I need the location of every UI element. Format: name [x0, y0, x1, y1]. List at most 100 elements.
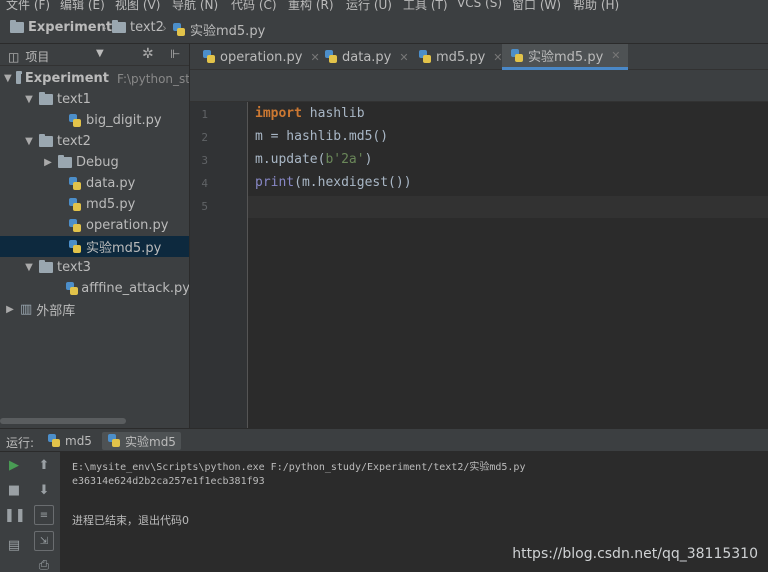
soft-wrap-icon[interactable]: ≡ [34, 505, 54, 525]
menu-item[interactable]: 帮助 (H) [573, 0, 619, 12]
chevron-down-icon[interactable]: ▼ [23, 136, 35, 147]
python-file-icon [324, 50, 338, 64]
arrow-down-icon[interactable]: ⬇ [34, 481, 54, 501]
tree-item-label: afffine_attack.py [81, 281, 190, 296]
folder-icon [10, 20, 24, 33]
tree-item-path: F:\python_st [117, 71, 190, 86]
tree-item-label: text2 [57, 134, 91, 149]
tree-item[interactable]: ▼ text3 [0, 257, 190, 278]
run-tab[interactable]: md5 [42, 432, 97, 450]
menu-item[interactable]: 窗口 (W) [512, 0, 561, 12]
tree-item[interactable]: ▼ Experiment F:\python_st [0, 68, 190, 89]
gear-icon[interactable]: ✲ [142, 46, 154, 62]
python-file-icon [68, 197, 82, 212]
breadcrumb-separator: › [102, 21, 107, 35]
code-token: hashlib [301, 106, 365, 121]
breadcrumb-folder[interactable]: text2 [112, 20, 164, 35]
run-toolbar: ▶ ⬆ ■ ⬇ ❚❚ ≡ ▤ ⇲ ⎙ [0, 452, 60, 572]
project-tree: ▼ Experiment F:\python_st ▼ text1 big_digit.p… [0, 66, 190, 426]
editor-tab[interactable]: md5.py ✕ [410, 44, 510, 70]
python-file-icon [65, 281, 79, 296]
menu-item[interactable]: 工具 (T) [403, 0, 448, 12]
stop-icon[interactable]: ■ [4, 481, 24, 501]
menu-item[interactable]: 重构 (R) [288, 0, 334, 12]
editor-tab-label: data.py [342, 49, 392, 65]
python-file-icon [107, 434, 121, 448]
folder-icon [15, 71, 22, 84]
folder-icon [39, 134, 53, 147]
python-file-icon [68, 239, 82, 254]
console-line: 进程已结束，退出代码0 [72, 514, 189, 527]
console-output[interactable]: E:\mysite_env\Scripts\python.exe F:/pyth… [60, 452, 768, 572]
menu-item[interactable]: 视图 (V) [115, 0, 160, 12]
tree-item[interactable]: data.py [0, 173, 190, 194]
python-file-icon [202, 50, 216, 64]
run-tab[interactable]: 实验md5 [102, 432, 181, 450]
horizontal-scrollbar[interactable] [0, 418, 126, 424]
run-panel-header: 运行: md5 实验md5 [0, 428, 768, 452]
console-line: E:\mysite_env\Scripts\python.exe F:/pyth… [72, 462, 526, 473]
menu-item[interactable]: 文件 (F) [6, 0, 50, 12]
tree-item[interactable]: md5.py [0, 194, 190, 215]
menu-item[interactable]: 导航 (N) [172, 0, 218, 12]
chevron-down-icon[interactable]: ▼ [96, 48, 104, 59]
tree-item-label: text1 [57, 92, 91, 107]
line-number: 4 [201, 177, 208, 190]
close-icon[interactable]: ✕ [611, 49, 620, 62]
folder-icon [112, 20, 126, 33]
python-file-icon [172, 22, 186, 37]
editor-tab[interactable]: 实验md5.py ✕ [502, 44, 629, 70]
editor-tab-label: md5.py [436, 49, 486, 65]
hide-panel-icon[interactable]: ⊩ [170, 47, 180, 61]
arrow-up-icon[interactable]: ⬆ [34, 456, 54, 476]
navigation-bar: Experiment › text2 › 实验md5.py [0, 12, 768, 44]
code-editor[interactable]: 1 2 3 4 5 import hashlib m = hashlib.md5() m.u… [190, 102, 768, 428]
rerun-icon[interactable]: ▶ [4, 456, 24, 476]
tree-item-label: big_digit.py [86, 113, 162, 128]
chevron-down-icon[interactable]: ▼ [23, 262, 35, 273]
tree-item[interactable]: big_digit.py [0, 110, 190, 131]
tree-item[interactable]: 实验md5.py [0, 236, 190, 257]
editor-tab[interactable]: operation.py ✕ [194, 44, 328, 70]
code-token: ) [364, 152, 373, 167]
breadcrumb-project[interactable]: Experiment [10, 20, 112, 35]
tree-item-label: text3 [57, 260, 91, 275]
code-token: print [255, 175, 295, 190]
scroll-to-end-icon[interactable]: ⇲ [34, 531, 54, 551]
tree-item[interactable]: ▼ text1 [0, 89, 190, 110]
chevron-right-icon[interactable]: ▶ [4, 304, 16, 315]
python-file-icon [68, 218, 82, 233]
layout-icon[interactable]: ▤ [4, 536, 24, 556]
menu-item[interactable]: 运行 (U) [346, 0, 392, 12]
menu-bar: 文件 (F) 编辑 (E) 视图 (V) 导航 (N) 代码 (C) 重构 (R) 运行 (… [0, 0, 768, 12]
breadcrumb-file[interactable]: 实验md5.py [172, 20, 265, 39]
menu-item[interactable]: 编辑 (E) [60, 0, 105, 12]
tree-item[interactable]: ▶ ▥ 外部库 [0, 299, 190, 320]
tree-item[interactable]: afffine_attack.py [0, 278, 190, 299]
project-view-selector[interactable]: ◫ 项目 [8, 48, 49, 65]
chevron-down-icon[interactable]: ▼ [4, 73, 12, 84]
menu-item[interactable]: VCS (S) [457, 0, 502, 10]
tree-item[interactable]: ▼ text2 [0, 131, 190, 152]
menu-item[interactable]: 代码 (C) [231, 0, 277, 12]
close-icon[interactable]: ✕ [399, 51, 408, 64]
chevron-down-icon[interactable]: ▼ [23, 94, 35, 105]
tree-item-label: data.py [86, 176, 136, 191]
tree-item[interactable]: ▶ Debug [0, 152, 190, 173]
python-file-icon [47, 434, 61, 448]
python-file-icon [68, 176, 82, 191]
code-token: (m.hexdigest()) [294, 175, 412, 190]
line-number: 2 [201, 131, 208, 144]
chevron-right-icon[interactable]: ▶ [42, 157, 54, 168]
code-token: m = hashlib.md5() [255, 129, 389, 144]
python-file-icon [510, 48, 524, 63]
tree-item[interactable]: operation.py [0, 215, 190, 236]
breadcrumb-separator: › [162, 21, 167, 35]
pause-icon[interactable]: ❚❚ [4, 506, 26, 526]
print-icon[interactable]: ⎙ [34, 556, 54, 572]
editor-tab[interactable]: data.py ✕ [316, 44, 417, 70]
project-icon: ◫ [8, 49, 20, 64]
project-panel-header: ◫ 项目 ▼ ✲ ⊩ [0, 44, 190, 66]
run-tab-label: 实验md5 [125, 434, 176, 449]
line-number: 1 [201, 108, 208, 121]
